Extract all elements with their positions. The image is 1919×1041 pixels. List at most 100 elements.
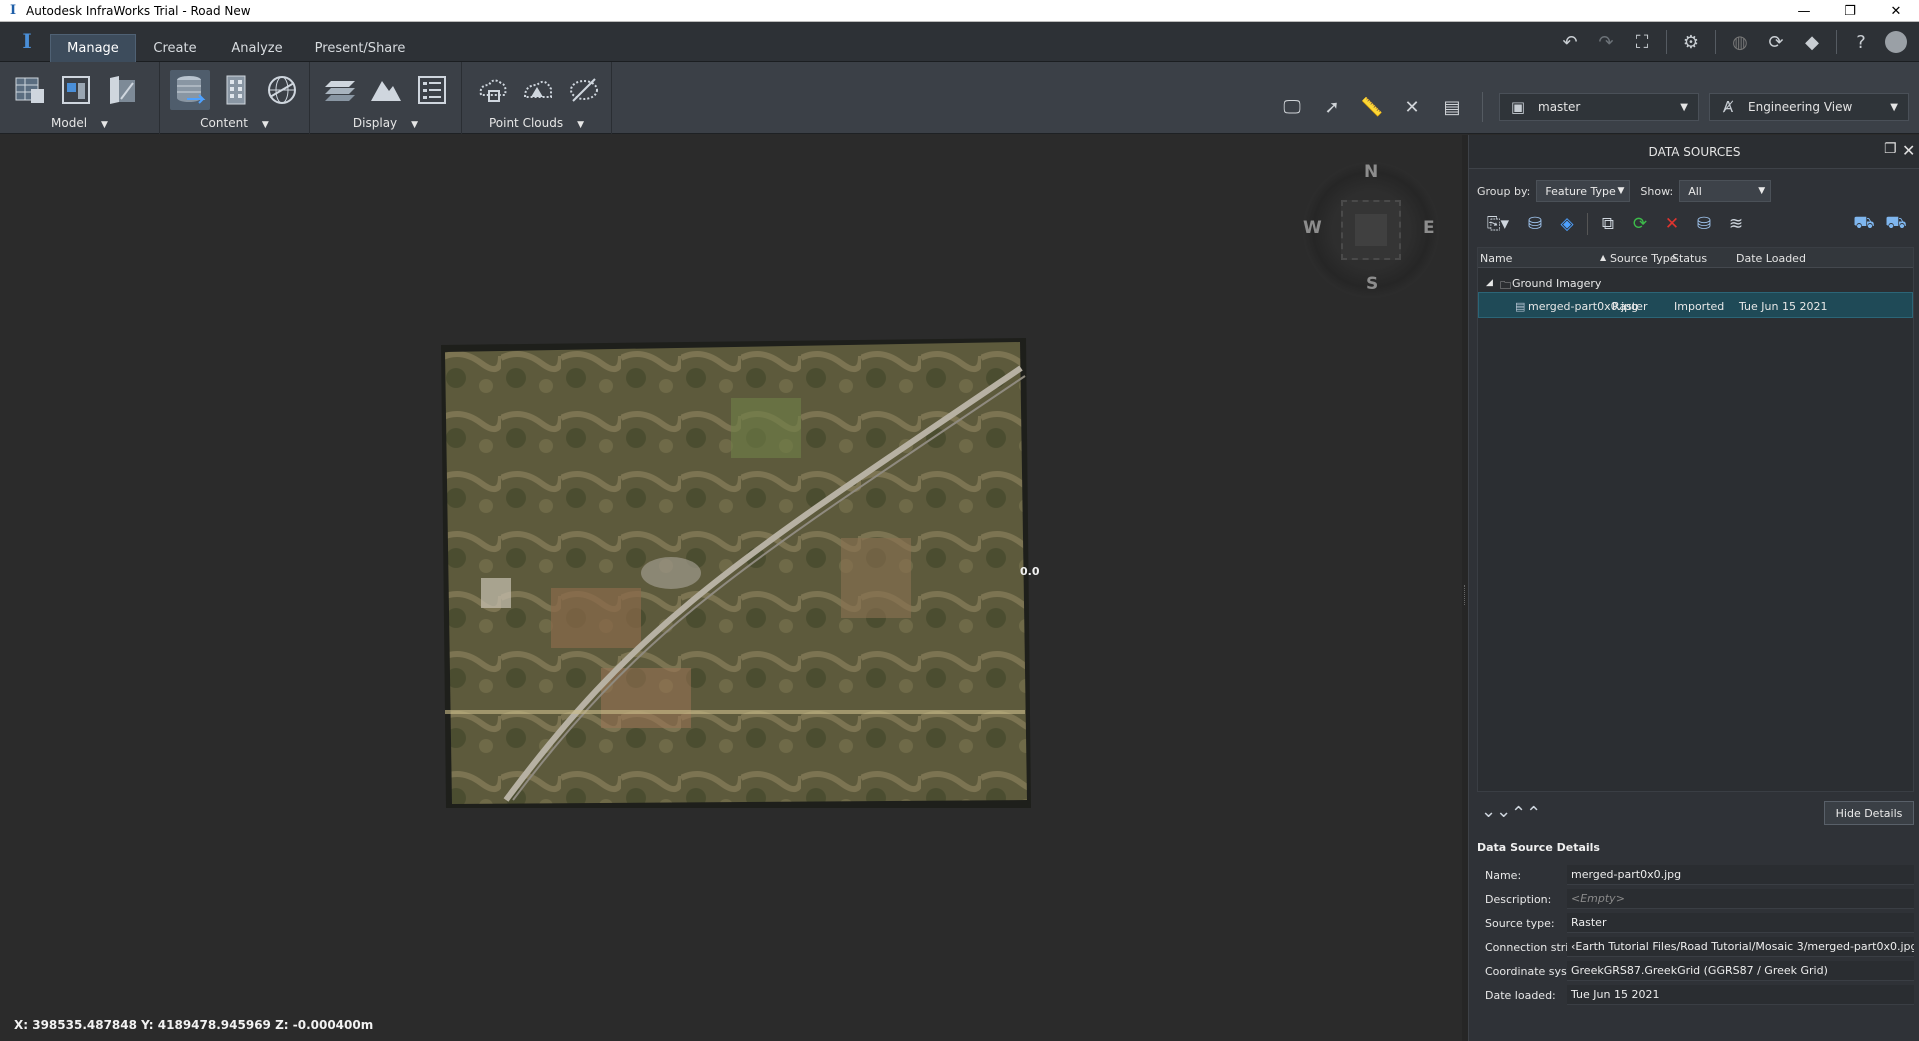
- model-table-icon[interactable]: [10, 70, 50, 110]
- measure-icon[interactable]: 📏: [1352, 91, 1392, 123]
- sort-ascending-icon[interactable]: ▲: [1600, 253, 1606, 262]
- layers-icon[interactable]: [320, 70, 360, 110]
- ribbon-group-label[interactable]: Display: [353, 116, 397, 130]
- expand-triangle-icon[interactable]: ◢: [1486, 278, 1493, 288]
- layers-icon[interactable]: ≋: [1720, 210, 1752, 238]
- ribbon-group-label[interactable]: Model: [51, 116, 87, 130]
- view-dropdown[interactable]: Ⱥ Engineering View ▼: [1709, 93, 1909, 121]
- detail-row: Date loaded: Tue Jun 15 2021: [1477, 983, 1914, 1007]
- cloud-terrain-icon[interactable]: [518, 70, 558, 110]
- show-select[interactable]: All ▼: [1679, 180, 1772, 202]
- model-window-icon[interactable]: [56, 70, 96, 110]
- proposal-dropdown[interactable]: ▣ master ▼: [1499, 93, 1699, 121]
- view-value: Engineering View: [1748, 100, 1853, 114]
- compass-south[interactable]: S: [1366, 274, 1378, 294]
- column-header-source-type[interactable]: Source Type: [1610, 252, 1677, 265]
- column-header-name[interactable]: Name: [1480, 252, 1512, 265]
- globe-icon[interactable]: [262, 70, 302, 110]
- tab-analyze[interactable]: Analyze: [218, 34, 296, 62]
- compass-west[interactable]: W: [1303, 218, 1322, 238]
- remove-style-icon[interactable]: ⛟: [1848, 210, 1880, 238]
- redo-icon[interactable]: ↷: [1588, 28, 1624, 56]
- column-header-status[interactable]: Status: [1672, 252, 1707, 265]
- ribbon-group-label[interactable]: Content: [200, 116, 248, 130]
- detail-row: Source type: Raster: [1477, 911, 1914, 935]
- detail-value[interactable]: ‹Earth Tutorial Files/Road Tutorial/Mosa…: [1567, 937, 1914, 957]
- building-icon[interactable]: [216, 70, 256, 110]
- database-icon[interactable]: ⛁: [1519, 210, 1551, 238]
- close-window-button[interactable]: ✕: [1873, 0, 1919, 22]
- chevron-down-icon[interactable]: ▼: [577, 120, 584, 130]
- apply-style-icon[interactable]: ⛟: [1880, 210, 1912, 238]
- book-icon[interactable]: ▤: [1432, 91, 1472, 123]
- compass-north[interactable]: N: [1364, 162, 1378, 182]
- chevron-down-icon: ▼: [1758, 186, 1766, 196]
- cloud-slice-icon[interactable]: [564, 70, 604, 110]
- monitor-icon[interactable]: 🖵: [1272, 91, 1312, 123]
- export-icon[interactable]: ⛁: [1688, 210, 1720, 238]
- float-panel-icon[interactable]: ❐: [1884, 141, 1897, 157]
- table-row[interactable]: ▤ merged-part0x0.jpg Raster Imported Tue…: [1478, 292, 1913, 318]
- close-icon[interactable]: ✕: [1902, 141, 1915, 160]
- select-arrow-icon[interactable]: ➚: [1312, 91, 1352, 123]
- cube-icon[interactable]: ◆: [1794, 28, 1830, 56]
- details-toolbar: ⌄⌄ ⌃⌃ Hide Details: [1477, 799, 1914, 833]
- app-logo-icon: I: [9, 2, 17, 18]
- chevron-down-icon[interactable]: ▼: [262, 120, 269, 130]
- point-cloud-icon[interactable]: [472, 70, 512, 110]
- view-cube-compass[interactable]: N S E W: [1303, 162, 1439, 298]
- ribbon-group-label[interactable]: Point Clouds: [489, 116, 563, 130]
- style-icon: Ⱥ: [1722, 98, 1734, 116]
- detail-row: Description: <Empty>: [1477, 887, 1914, 911]
- add-source-dropdown-icon[interactable]: ⎘▾: [1477, 210, 1519, 238]
- detail-value[interactable]: GreekGRS87.GreekGrid (GGRS87 / Greek Gri…: [1567, 961, 1914, 981]
- group-by-bar: Group by: Feature Type ▼ Show: All ▼: [1477, 179, 1772, 203]
- chevron-down-icon: ▼: [1617, 186, 1625, 196]
- model-sheet-icon[interactable]: [102, 70, 142, 110]
- delete-icon[interactable]: ✕: [1656, 210, 1688, 238]
- coordinate-marker-label: 0.0: [1020, 565, 1040, 578]
- file-icon: ▤: [1515, 300, 1526, 313]
- configure-icon[interactable]: ⧉: [1592, 210, 1624, 238]
- chevron-down-icon: ▼: [1680, 101, 1688, 113]
- avatar[interactable]: [1885, 31, 1907, 53]
- restore-button[interactable]: ❐: [1827, 0, 1873, 22]
- panel-header: DATA SOURCES ❐ ✕: [1469, 135, 1919, 169]
- row-source-type: Raster: [1612, 300, 1648, 313]
- terrain-icon[interactable]: [366, 70, 406, 110]
- fit-view-icon[interactable]: ⛶: [1624, 28, 1660, 56]
- detail-value[interactable]: <Empty>: [1567, 889, 1914, 909]
- sync-icon[interactable]: ⟳: [1758, 28, 1794, 56]
- tab-manage[interactable]: Manage: [50, 34, 136, 62]
- list-icon[interactable]: [412, 70, 452, 110]
- detail-value[interactable]: Raster: [1567, 913, 1914, 933]
- database-icon[interactable]: [170, 70, 210, 110]
- column-header-date-loaded[interactable]: Date Loaded: [1736, 252, 1806, 265]
- tools-icon[interactable]: ✕: [1392, 91, 1432, 123]
- splitter-grip[interactable]: [1464, 585, 1466, 605]
- connect-icon[interactable]: ◈: [1551, 210, 1583, 238]
- detail-row: Name: merged-part0x0.jpg: [1477, 863, 1914, 887]
- undo-icon[interactable]: ↶: [1552, 28, 1588, 56]
- globe-network-icon[interactable]: ◍: [1722, 28, 1758, 56]
- view-cube-face[interactable]: [1355, 214, 1387, 246]
- hide-details-button[interactable]: Hide Details: [1824, 801, 1914, 825]
- tab-present-share[interactable]: Present/Share: [304, 34, 416, 62]
- minimize-button[interactable]: —: [1781, 0, 1827, 22]
- help-icon[interactable]: ?: [1843, 28, 1879, 56]
- group-by-select[interactable]: Feature Type ▼: [1536, 180, 1631, 202]
- gear-icon[interactable]: ⚙: [1673, 28, 1709, 56]
- detail-value[interactable]: Tue Jun 15 2021: [1567, 985, 1914, 1005]
- aerial-imagery-raster[interactable]: [441, 338, 1031, 808]
- detail-value[interactable]: merged-part0x0.jpg: [1567, 865, 1914, 885]
- ribbon-group-display: Display ▼: [310, 62, 462, 134]
- chevron-down-icon[interactable]: ▼: [101, 120, 108, 130]
- application-menu-icon[interactable]: I: [16, 30, 38, 52]
- collapse-down-icon[interactable]: ⌄⌄: [1481, 801, 1511, 822]
- tab-create[interactable]: Create: [140, 34, 210, 62]
- expand-up-icon[interactable]: ⌃⌃: [1511, 803, 1541, 824]
- list-header: Name ▲ Source Type Status Date Loaded: [1478, 248, 1913, 268]
- compass-east[interactable]: E: [1423, 218, 1435, 238]
- chevron-down-icon[interactable]: ▼: [411, 120, 418, 130]
- refresh-icon[interactable]: ⟳: [1624, 210, 1656, 238]
